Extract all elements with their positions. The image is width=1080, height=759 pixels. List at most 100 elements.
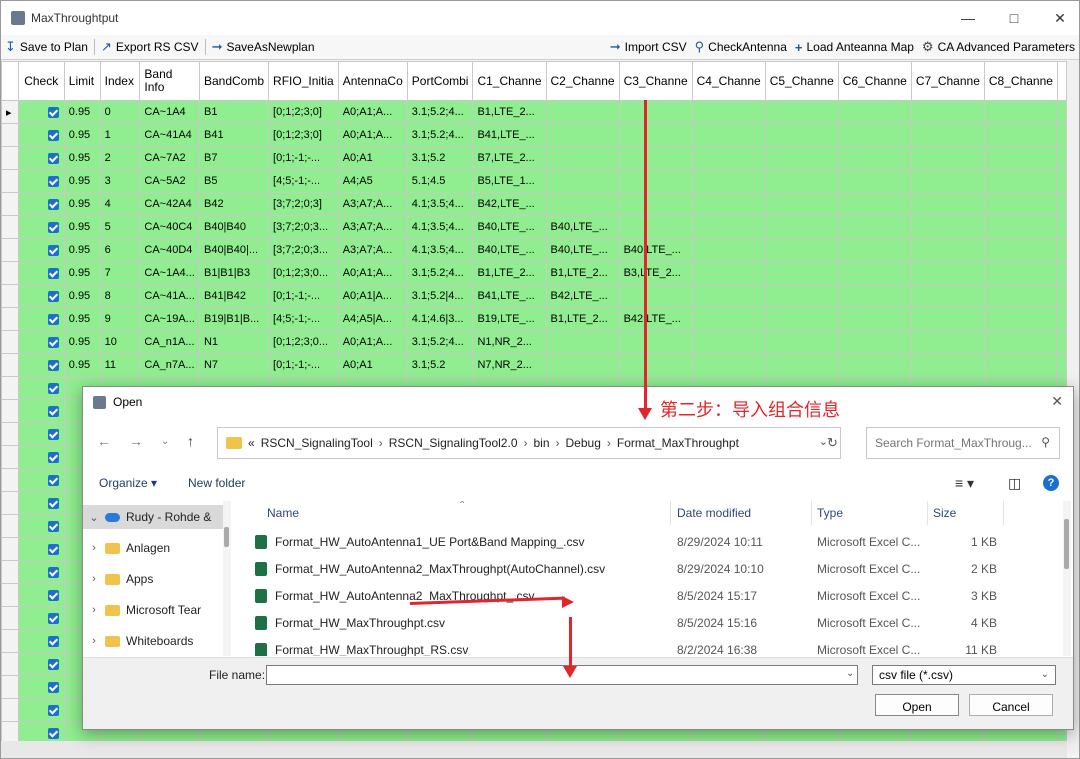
maximize-icon[interactable]: □ <box>991 1 1037 35</box>
checkbox[interactable] <box>47 244 59 256</box>
cell-limit[interactable]: 0.95 <box>63 100 101 124</box>
cell-empty[interactable] <box>1057 215 1067 239</box>
column-header[interactable]: Index <box>99 61 141 101</box>
file-row[interactable]: Format_HW_AutoAntenna2_MaxThroughpt(Auto… <box>233 556 1053 583</box>
check-cell[interactable] <box>17 422 65 446</box>
table-row[interactable]: 0.95 7 CA~1A4... B1|B1|B3 [0;1;2;3;0... A0;A1… <box>1 261 1067 285</box>
cell-c1[interactable]: B5,LTE_1... <box>472 169 547 193</box>
row-header[interactable] <box>1 491 19 515</box>
checkbox[interactable] <box>47 152 59 164</box>
cell-c1[interactable]: B1,LTE_2... <box>472 100 547 124</box>
cell-empty[interactable] <box>837 330 912 354</box>
cell-limit[interactable]: 0.95 <box>63 284 101 308</box>
column-header[interactable]: Check <box>17 61 65 101</box>
table-row[interactable]: 0.95 6 CA~40D4 B40|B40|... [3;7;2;0;3... A3;A… <box>1 238 1067 262</box>
check-cell[interactable] <box>17 100 65 124</box>
cell-empty[interactable] <box>691 146 766 170</box>
cell-empty[interactable] <box>691 169 766 193</box>
column-header[interactable]: Band Info <box>139 61 200 101</box>
cell-rfio[interactable]: [3;7;2;0;3] <box>268 192 339 216</box>
cell-empty[interactable] <box>837 284 912 308</box>
cell-ant[interactable]: A0;A1 <box>337 353 408 377</box>
checkbox[interactable] <box>47 221 59 233</box>
cell-c2[interactable]: B1,LTE_2... <box>545 261 620 285</box>
cell-comb[interactable]: N1 <box>198 330 270 354</box>
table-row[interactable]: 0.95 3 CA~5A2 B5 [4;5;-1;-... A4;A5 5.1;4.5 B5,… <box>1 169 1067 193</box>
checkbox[interactable] <box>47 198 59 210</box>
cell-c3[interactable] <box>618 353 693 377</box>
cell-c3[interactable] <box>618 169 693 193</box>
row-header[interactable] <box>1 330 19 354</box>
cell-ant[interactable]: A0;A1;A... <box>337 330 408 354</box>
scrollbar-thumb[interactable] <box>224 527 229 547</box>
search-input[interactable] <box>873 435 1042 451</box>
breadcrumb-item[interactable]: RSCN_SignalingTool2.0 <box>389 436 518 450</box>
row-header[interactable] <box>1 652 19 676</box>
cell-band[interactable]: CA~42A4 <box>139 192 200 216</box>
checkbox[interactable] <box>47 612 59 624</box>
check-cell[interactable] <box>17 445 65 469</box>
cell-limit[interactable]: 0.95 <box>63 192 101 216</box>
cell-empty[interactable] <box>983 123 1059 147</box>
check-cell[interactable] <box>17 514 65 538</box>
breadcrumb-item[interactable]: « <box>248 436 255 450</box>
cell-band[interactable]: CA~41A4 <box>139 123 200 147</box>
table-row[interactable]: 0.95 5 CA~40C4 B40|B40 [3;7;2;0;3... A3;A7;A.… <box>1 215 1067 239</box>
row-header[interactable] <box>1 284 19 308</box>
import-csv-button[interactable]: ➞ Import CSV <box>606 36 691 58</box>
check-cell[interactable] <box>17 169 65 193</box>
cell-band[interactable]: CA_n1A... <box>139 330 200 354</box>
cell-empty[interactable] <box>983 353 1059 377</box>
cell-index[interactable]: 4 <box>99 192 141 216</box>
cell-empty[interactable] <box>1057 123 1067 147</box>
cell-empty[interactable] <box>910 238 985 262</box>
cell-port[interactable]: 3.1;5.2 <box>406 353 474 377</box>
row-header[interactable] <box>1 169 19 193</box>
cell-empty[interactable] <box>983 146 1059 170</box>
cell-band[interactable]: CA~1A4 <box>139 100 200 124</box>
cell-rfio[interactable]: [4;5;-1;-... <box>268 169 339 193</box>
row-header[interactable] <box>1 215 19 239</box>
chevron-right-icon[interactable]: › <box>83 573 105 585</box>
row-header[interactable] <box>1 353 19 377</box>
check-cell[interactable] <box>17 123 65 147</box>
column-header[interactable]: C4_Channe <box>691 61 766 101</box>
cell-comb[interactable]: B19|B1|B... <box>198 307 270 331</box>
cell-empty[interactable] <box>910 100 985 124</box>
chevron-right-icon[interactable]: › <box>83 604 105 616</box>
cell-comb[interactable]: B7 <box>198 146 270 170</box>
cell-empty[interactable] <box>1057 100 1067 124</box>
cell-index[interactable]: 1 <box>99 123 141 147</box>
row-header[interactable] <box>1 445 19 469</box>
forward-arrow-icon[interactable]: → <box>129 433 143 449</box>
chevron-down-icon[interactable]: ⌄ <box>83 511 105 524</box>
cell-index[interactable]: 8 <box>99 284 141 308</box>
column-header[interactable]: C2_Channe <box>545 61 620 101</box>
up-arrow-icon[interactable]: ↑ <box>187 433 194 449</box>
cell-c1[interactable]: B1,LTE_2... <box>472 261 547 285</box>
cell-port[interactable]: 3.1;5.2;4... <box>406 123 474 147</box>
checkbox[interactable] <box>47 405 59 417</box>
cell-empty[interactable] <box>837 123 912 147</box>
check-cell[interactable] <box>17 215 65 239</box>
checkbox[interactable] <box>47 267 59 279</box>
cell-c1[interactable]: N7,NR_2... <box>472 353 547 377</box>
search-box[interactable]: ⚲ <box>866 427 1060 459</box>
cell-c2[interactable] <box>545 353 620 377</box>
cell-limit[interactable]: 0.95 <box>63 261 101 285</box>
column-header-date[interactable]: Date modified <box>677 501 751 525</box>
cell-empty[interactable] <box>983 330 1059 354</box>
table-row[interactable]: 0.95 10 CA_n1A... N1 [0;1;2;3;0... A0;A1;A...… <box>1 330 1067 354</box>
cell-c3[interactable] <box>618 330 693 354</box>
refresh-icon[interactable]: ↻ <box>827 435 838 451</box>
cell-c2[interactable] <box>545 100 620 124</box>
cell-empty[interactable] <box>691 123 766 147</box>
checkbox[interactable] <box>47 474 59 486</box>
column-header-name[interactable]: Name <box>267 501 299 525</box>
checkbox[interactable] <box>47 727 59 739</box>
cell-rfio[interactable]: [4;5;-1;-... <box>268 307 339 331</box>
check-cell[interactable] <box>17 330 65 354</box>
cell-empty[interactable] <box>837 192 912 216</box>
cell-empty[interactable] <box>837 238 912 262</box>
horizontal-scrollbar[interactable] <box>1 741 1067 758</box>
